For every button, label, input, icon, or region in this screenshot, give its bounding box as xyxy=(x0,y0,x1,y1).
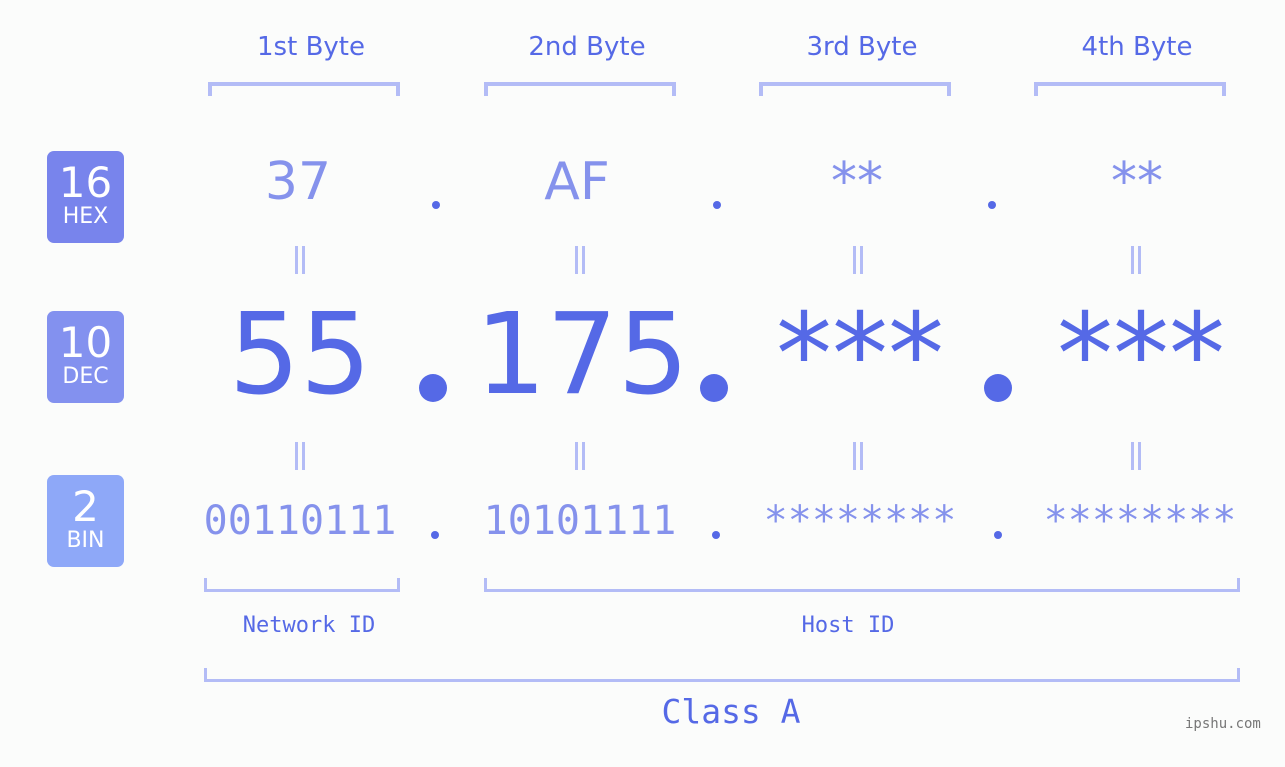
equals-icon xyxy=(1128,442,1144,470)
dec-dot-separator xyxy=(700,374,728,402)
equals-icon xyxy=(572,442,588,470)
dec-byte-4: *** xyxy=(1057,290,1225,420)
watermark: ipshu.com xyxy=(1185,716,1261,732)
equals-icon xyxy=(292,246,308,274)
byte-header-3: 3rd Byte xyxy=(806,32,918,62)
byte-header-4: 4th Byte xyxy=(1081,32,1193,62)
hex-dot-separator xyxy=(432,201,440,209)
bin-dot-separator xyxy=(431,531,439,539)
hex-badge: 16 HEX xyxy=(47,151,124,243)
bin-dot-separator xyxy=(712,531,720,539)
byte-bracket-2 xyxy=(484,82,676,96)
dec-dot-separator xyxy=(984,374,1012,402)
network-id-label: Network ID xyxy=(242,613,376,638)
equals-icon xyxy=(850,442,866,470)
hex-badge-label: HEX xyxy=(62,204,109,229)
byte-header-1: 1st Byte xyxy=(257,32,365,62)
dec-badge-number: 10 xyxy=(58,318,113,367)
byte-bracket-4 xyxy=(1034,82,1226,96)
bin-byte-3: ******** xyxy=(763,498,957,544)
bin-byte-4: ******** xyxy=(1043,498,1237,544)
bin-badge-label: BIN xyxy=(66,528,105,553)
hex-byte-1: 37 xyxy=(264,152,332,212)
host-id-label: Host ID xyxy=(801,613,895,638)
dec-dot-separator xyxy=(419,374,447,402)
dec-badge-label: DEC xyxy=(62,364,109,389)
hex-dot-separator xyxy=(988,201,996,209)
dec-badge: 10 DEC xyxy=(47,311,124,403)
byte-bracket-3 xyxy=(759,82,951,96)
equals-icon xyxy=(572,246,588,274)
hex-dot-separator xyxy=(713,201,721,209)
bin-badge: 2 BIN xyxy=(47,475,124,567)
bin-byte-2: 10101111 xyxy=(483,498,677,544)
class-label: Class A xyxy=(661,692,801,731)
byte-header-2: 2nd Byte xyxy=(528,32,646,62)
class-bracket xyxy=(204,668,1240,682)
bin-dot-separator xyxy=(994,531,1002,539)
host-id-bracket xyxy=(484,578,1240,592)
equals-icon xyxy=(850,246,866,274)
dec-byte-3: *** xyxy=(776,290,944,420)
hex-badge-number: 16 xyxy=(58,158,113,207)
bin-byte-1: 00110111 xyxy=(203,498,397,544)
hex-byte-4: ** xyxy=(1111,152,1163,212)
hex-byte-3: ** xyxy=(831,152,883,212)
equals-icon xyxy=(1128,246,1144,274)
hex-byte-2: AF xyxy=(544,152,610,212)
equals-icon xyxy=(292,442,308,470)
byte-bracket-1 xyxy=(208,82,400,96)
dec-byte-2: 175 xyxy=(475,290,689,420)
dec-byte-1: 55 xyxy=(228,290,372,420)
network-id-bracket xyxy=(204,578,400,592)
bin-badge-number: 2 xyxy=(72,482,99,531)
